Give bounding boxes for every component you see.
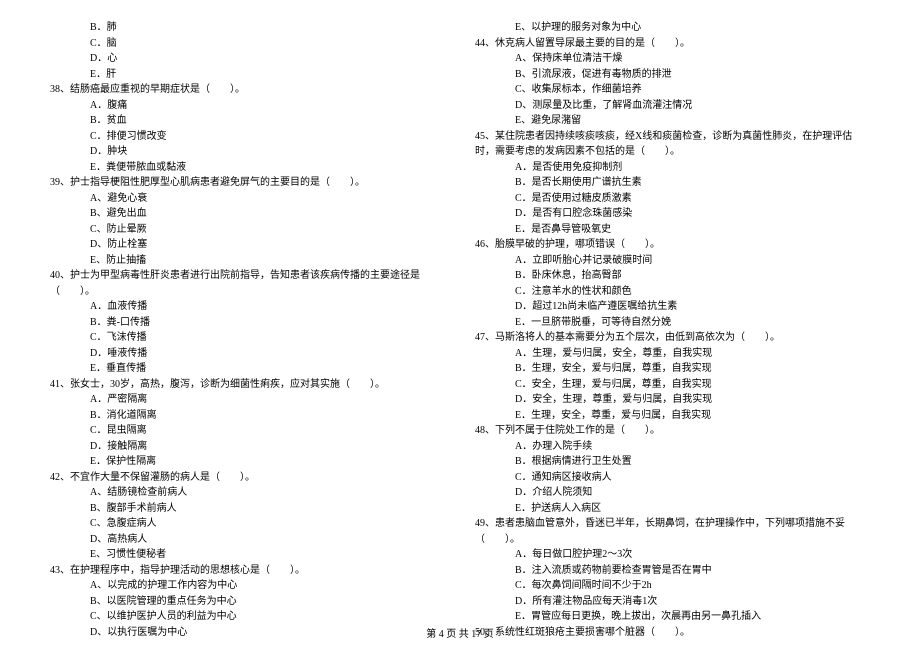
option: C．通知病区接收病人 xyxy=(515,470,870,486)
option: D．介绍人院须知 xyxy=(515,485,870,501)
option: E．是否鼻导管吸氧史 xyxy=(515,222,870,238)
page-footer: 第 4 页 共 17 页 xyxy=(0,625,920,640)
option: A．办理入院手续 xyxy=(515,439,870,455)
option: C．昆虫隔离 xyxy=(90,423,445,439)
question-44: 44、休克病人留置导尿最主要的目的是（ ）。 xyxy=(475,36,870,52)
question-38: 38、结肠癌最应重视的早期症状是（ ）。 xyxy=(50,82,445,98)
option: C．排便习惯改变 xyxy=(90,129,445,145)
option: A．是否使用免疫抑制剂 xyxy=(515,160,870,176)
option: D．所有灌注物品应每天消毒1次 xyxy=(515,594,870,610)
question-43: 43、在护理程序中，指导护理活动的思想核心是（ ）。 xyxy=(50,563,445,579)
option: A、避免心衰 xyxy=(90,191,445,207)
option: D．超过12h尚未临产遵医嘱给抗生素 xyxy=(515,299,870,315)
option: E、避免尿潴留 xyxy=(515,113,870,129)
option: B．消化道隔离 xyxy=(90,408,445,424)
option: D．安全，生理，尊重，爱与归属，自我实现 xyxy=(515,392,870,408)
left-column: B．肺 C．脑 D．心 E．肝 38、结肠癌最应重视的早期症状是（ ）。 A．腹… xyxy=(50,20,445,610)
question-46: 46、胎膜早破的护理，哪项错误（ ）。 xyxy=(475,237,870,253)
option: D．肿块 xyxy=(90,144,445,160)
option: E．保护性隔离 xyxy=(90,454,445,470)
option: D、测尿量及比重，了解肾血流灌注情况 xyxy=(515,98,870,114)
option: C．安全，生理，爱与归属，尊重，自我实现 xyxy=(515,377,870,393)
option: C．脑 xyxy=(90,36,445,52)
option: B．生理，安全，爱与归属，尊重，自我实现 xyxy=(515,361,870,377)
right-column: E、以护理的服务对象为中心 44、休克病人留置导尿最主要的目的是（ ）。 A、保… xyxy=(475,20,870,610)
option: B．注入流质或药物前要检查胃管是否在胃中 xyxy=(515,563,870,579)
option: D．唾液传播 xyxy=(90,346,445,362)
document-content: B．肺 C．脑 D．心 E．肝 38、结肠癌最应重视的早期症状是（ ）。 A．腹… xyxy=(50,20,870,610)
option: C．飞沫传播 xyxy=(90,330,445,346)
option: B、避免出血 xyxy=(90,206,445,222)
option: A．每日做口腔护理2～3次 xyxy=(515,547,870,563)
option: B．肺 xyxy=(90,20,445,36)
option: C、防止晕厥 xyxy=(90,222,445,238)
option: A．立即听胎心并记录破膜时间 xyxy=(515,253,870,269)
question-39: 39、护士指导梗阻性肥厚型心肌病患者避免屏气的主要目的是（ ）。 xyxy=(50,175,445,191)
option: D．接触隔离 xyxy=(90,439,445,455)
option: B．粪-口传播 xyxy=(90,315,445,331)
option: E．粪便带脓血或黏液 xyxy=(90,160,445,176)
question-41: 41、张女士，30岁，高热，腹泻，诊断为细菌性痢疾，应对其实施（ ）。 xyxy=(50,377,445,393)
option: C、收集尿标本，作细菌培养 xyxy=(515,82,870,98)
question-48: 48、下列不属于住院处工作的是（ ）。 xyxy=(475,423,870,439)
question-42: 42、不宜作大量不保留灌肠的病人是（ ）。 xyxy=(50,470,445,486)
question-45: 45、某住院患者因持续咳痰咳痰，经X线和痰菌检查，诊断为真菌性肺炎，在护理评估时… xyxy=(475,129,870,160)
option: C．每次鼻饲间隔时间不少于2h xyxy=(515,578,870,594)
option: D．心 xyxy=(90,51,445,67)
option: D、高热病人 xyxy=(90,532,445,548)
option: B．卧床休息，抬高臀部 xyxy=(515,268,870,284)
option: E．肝 xyxy=(90,67,445,83)
question-49: 49、患者患脑血管意外，昏迷已半年，长期鼻饲，在护理操作中，下列哪项措施不妥（ … xyxy=(475,516,870,547)
option: E．生理，安全，尊重，爱与归属，自我实现 xyxy=(515,408,870,424)
question-47: 47、马斯洛将人的基本需要分为五个层次，由低到高依次为（ ）。 xyxy=(475,330,870,346)
option: A．生理，爱与归属，安全，尊重，自我实现 xyxy=(515,346,870,362)
option: A、以完成的护理工作内容为中心 xyxy=(90,578,445,594)
option: B．贫血 xyxy=(90,113,445,129)
option: E．一旦脐带脱垂，可等待自然分娩 xyxy=(515,315,870,331)
option: E．护送病人入病区 xyxy=(515,501,870,517)
option: E、习惯性便秘者 xyxy=(90,547,445,563)
option: B、引流尿液，促进有毒物质的排泄 xyxy=(515,67,870,83)
option: C．是否使用过糖皮质激素 xyxy=(515,191,870,207)
option: E．胃管应每日更换，晚上拔出，次晨再由另一鼻孔插入 xyxy=(515,609,870,625)
option: A、保持床单位清洁干燥 xyxy=(515,51,870,67)
question-40: 40、护士为甲型病毒性肝炎患者进行出院前指导，告知患者该疾病传播的主要途径是（ … xyxy=(50,268,445,299)
option: A、结肠镜检查前病人 xyxy=(90,485,445,501)
option: E、以护理的服务对象为中心 xyxy=(515,20,870,36)
option: A．腹痛 xyxy=(90,98,445,114)
option: C、以维护医护人员的利益为中心 xyxy=(90,609,445,625)
option: E．垂直传播 xyxy=(90,361,445,377)
option: B．根据病情进行卫生处置 xyxy=(515,454,870,470)
option: E、防止抽搐 xyxy=(90,253,445,269)
option: B、以医院管理的重点任务为中心 xyxy=(90,594,445,610)
option: B、腹部手术前病人 xyxy=(90,501,445,517)
option: B．是否长期使用广谱抗生素 xyxy=(515,175,870,191)
option: D、防止栓塞 xyxy=(90,237,445,253)
option: D．是否有口腔念珠菌感染 xyxy=(515,206,870,222)
option: A．严密隔离 xyxy=(90,392,445,408)
option: A．血液传播 xyxy=(90,299,445,315)
option: C．注意羊水的性状和颜色 xyxy=(515,284,870,300)
option: C、急腹症病人 xyxy=(90,516,445,532)
